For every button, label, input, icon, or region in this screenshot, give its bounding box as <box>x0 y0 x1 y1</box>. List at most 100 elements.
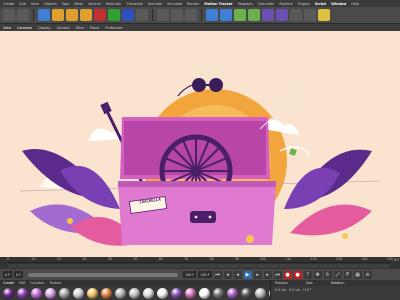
material-tab-function[interactable]: Function <box>30 281 44 285</box>
material-swatch[interactable] <box>157 288 168 299</box>
menu-item-tags[interactable]: Tags <box>62 2 70 6</box>
subdivision-icon[interactable] <box>234 9 246 21</box>
material-swatch[interactable] <box>185 288 196 299</box>
material-tab-create[interactable]: Create <box>3 281 14 285</box>
view-menu-view[interactable]: View <box>3 26 11 30</box>
menu-item-view[interactable]: View <box>31 2 39 6</box>
keyframe-icon[interactable]: ? <box>303 270 312 279</box>
view-menu-prorender[interactable]: ProRender <box>105 26 122 30</box>
material-swatch[interactable] <box>73 288 84 299</box>
menu-item-character[interactable]: Character <box>126 2 143 6</box>
cube-icon[interactable] <box>206 9 218 21</box>
position-key-icon[interactable]: ✥ <box>313 270 322 279</box>
go-to-start-icon[interactable]: ⏮ <box>213 270 222 279</box>
menu-item-create[interactable]: Create <box>3 2 14 6</box>
max-frame-field[interactable]: 150 F <box>198 271 212 278</box>
pen-icon[interactable] <box>220 9 232 21</box>
menu-item-edit[interactable]: Edit <box>19 2 26 6</box>
material-swatch[interactable] <box>17 288 28 299</box>
range-slider[interactable] <box>28 272 179 277</box>
autokey-icon[interactable]: ● <box>293 270 302 279</box>
camera-icon[interactable] <box>304 9 316 21</box>
prev-frame-icon[interactable]: ◂ <box>233 270 242 279</box>
rotation-key-icon[interactable]: ↻ <box>323 270 332 279</box>
param-key-icon[interactable]: P <box>343 270 352 279</box>
menu-item-render[interactable]: Render <box>187 2 199 6</box>
coord-value[interactable]: X 0 cm <box>275 288 286 292</box>
viewport[interactable]: COACHELLA <box>0 31 400 257</box>
menu-item-character[interactable]: Character <box>258 2 275 6</box>
material-swatch[interactable] <box>87 288 98 299</box>
rotate-icon[interactable] <box>80 9 92 21</box>
menu-item-animate[interactable]: Animate <box>148 2 162 6</box>
coord-value[interactable]: H 0 ° <box>303 288 311 292</box>
material-swatch[interactable] <box>129 288 140 299</box>
material-swatch[interactable] <box>227 288 238 299</box>
menu-item-window[interactable]: Window <box>331 2 346 6</box>
live-selection-icon[interactable] <box>38 9 50 21</box>
material-swatch[interactable] <box>171 288 182 299</box>
material-swatch[interactable] <box>115 288 126 299</box>
menu-item-pipeline[interactable]: Pipeline <box>279 2 292 6</box>
prev-key-icon[interactable]: ◂ <box>223 270 232 279</box>
menu-item-objects[interactable]: Objects <box>44 2 57 6</box>
next-key-icon[interactable]: ▸ <box>263 270 272 279</box>
timeline-scrubber[interactable] <box>8 264 390 268</box>
scale-key-icon[interactable]: ⤢ <box>333 270 342 279</box>
floor-icon[interactable] <box>290 9 302 21</box>
material-swatch[interactable] <box>59 288 70 299</box>
material-tab-texture[interactable]: Texture <box>49 281 61 285</box>
material-swatch[interactable] <box>241 288 252 299</box>
undo-icon[interactable] <box>3 9 15 21</box>
deformer-icon[interactable] <box>276 9 288 21</box>
menu-item-help[interactable]: Help <box>351 2 359 6</box>
material-swatch[interactable] <box>255 288 266 299</box>
timeline-menu-icon[interactable]: ≡ <box>363 270 372 279</box>
menu-item-motion-tracker[interactable]: Motion Tracker <box>204 2 232 6</box>
material-swatch[interactable] <box>45 288 56 299</box>
menu-item-volume[interactable]: Volume <box>88 2 101 6</box>
play-icon[interactable]: ▶ <box>243 270 252 279</box>
x-axis-icon[interactable] <box>94 9 106 21</box>
redo-icon[interactable] <box>17 9 29 21</box>
view-menu-panel[interactable]: Panel <box>90 26 99 30</box>
menu-item-script[interactable]: Script <box>315 2 326 6</box>
light-icon[interactable] <box>318 9 330 21</box>
view-menu-filter[interactable]: Filter <box>76 26 84 30</box>
render-to-picture-viewer-icon[interactable] <box>171 9 183 21</box>
scale-icon[interactable] <box>66 9 78 21</box>
render-settings-icon[interactable] <box>185 9 197 21</box>
material-tab-edit[interactable]: Edit <box>19 281 25 285</box>
coord-value[interactable]: X 0 cm <box>289 288 300 292</box>
y-axis-icon[interactable] <box>108 9 120 21</box>
view-menu-display[interactable]: Display <box>38 26 51 30</box>
material-swatch[interactable] <box>3 288 14 299</box>
array-icon[interactable] <box>248 9 260 21</box>
timeline-ruler[interactable]: 0 10 20 30 40 50 60 70 80 90 100 110 120 130 140 150 <box>7 257 393 263</box>
material-swatch[interactable] <box>199 288 210 299</box>
menu-item-plugins[interactable]: Plugins <box>298 2 310 6</box>
move-icon[interactable] <box>52 9 64 21</box>
render-view-icon[interactable] <box>157 9 169 21</box>
menu-item-mograph[interactable]: Mograph <box>238 2 253 6</box>
material-swatch[interactable] <box>213 288 224 299</box>
material-swatch[interactable] <box>143 288 154 299</box>
cloner-icon[interactable] <box>262 9 274 21</box>
menu-item-mograph[interactable]: MoGraph <box>106 2 121 6</box>
material-swatch[interactable] <box>101 288 112 299</box>
coordinate-system-icon[interactable] <box>136 9 148 21</box>
timeline[interactable]: 0 10 20 30 40 50 60 70 80 90 100 110 120 130 140 150 0 … <box>0 257 400 269</box>
start-frame-field[interactable]: 0 F <box>3 271 13 278</box>
view-menu-cameras[interactable]: Cameras <box>17 26 32 30</box>
menu-item-simulate[interactable]: Simulate <box>167 2 182 6</box>
menu-item-mesh[interactable]: Mesh <box>74 2 83 6</box>
current-frame-field[interactable]: 0 F <box>14 271 24 278</box>
pla-key-icon[interactable]: ▦ <box>353 270 362 279</box>
record-icon[interactable]: ● <box>283 270 292 279</box>
view-menu-options[interactable]: Options <box>57 26 70 30</box>
material-swatch[interactable] <box>31 288 42 299</box>
end-frame-field[interactable]: 150 F <box>183 271 197 278</box>
go-to-end-icon[interactable]: ⏭ <box>273 270 282 279</box>
z-axis-icon[interactable] <box>122 9 134 21</box>
next-frame-icon[interactable]: ▸ <box>253 270 262 279</box>
